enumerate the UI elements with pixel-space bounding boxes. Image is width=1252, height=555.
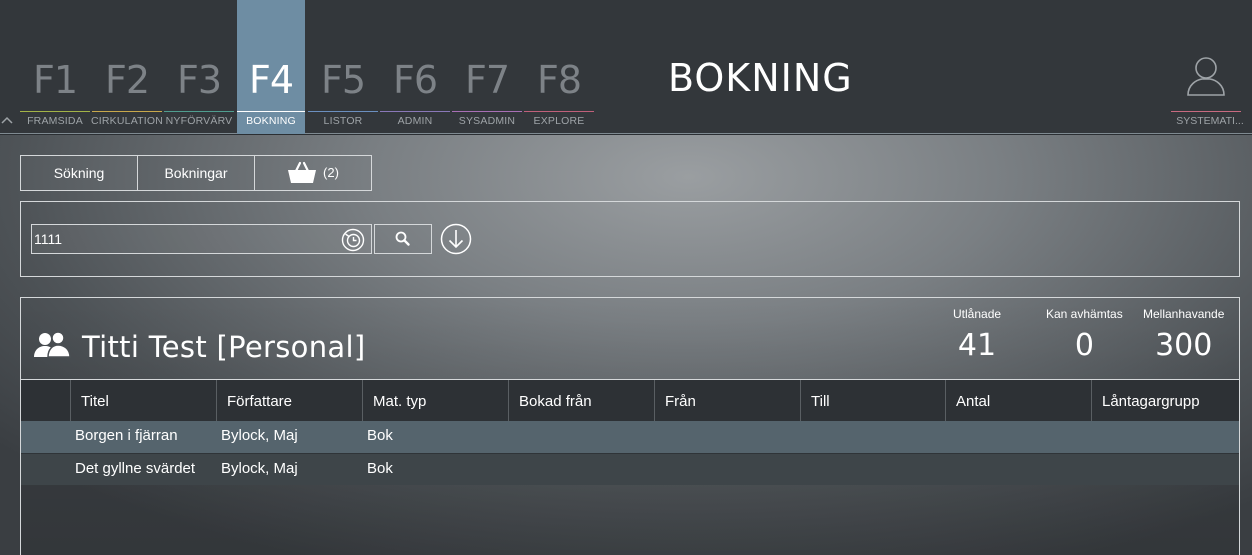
table-cell xyxy=(1091,454,1239,485)
table-cell xyxy=(654,454,800,485)
table-cell xyxy=(508,421,654,453)
column-header-title[interactable]: Titel xyxy=(70,380,216,421)
stat-value: 41 xyxy=(957,328,997,363)
fkey-label: BOKNING xyxy=(246,115,296,127)
fkey-f8-explore[interactable]: F8 EXPLORE xyxy=(524,0,594,134)
table-cell xyxy=(1091,421,1239,453)
column-header-booked-from[interactable]: Bokad från xyxy=(508,380,654,421)
tab-search[interactable]: Sökning xyxy=(21,156,138,190)
tab-bar: Sökning Bokningar (2) xyxy=(20,155,372,191)
column-header-borrower-group[interactable]: Låntagargrupp xyxy=(1091,380,1239,421)
fkey-underline xyxy=(164,111,234,112)
column-header-author[interactable]: Författare xyxy=(216,380,362,421)
fkey-f5-listor[interactable]: F5 LISTOR xyxy=(308,0,378,134)
user-label: SYSTEMATI... xyxy=(1176,115,1244,127)
fkey-number: F3 xyxy=(176,58,222,102)
fkey-number: F8 xyxy=(536,58,582,102)
fkey-label: CIRKULATION xyxy=(90,115,163,127)
users-icon xyxy=(34,331,71,358)
fkey-label: FRAMSIDA xyxy=(27,115,83,127)
fkey-underline xyxy=(92,111,162,112)
basket-icon xyxy=(288,161,317,183)
fkey-f2-cirkulation[interactable]: F2 CIRKULATION xyxy=(91,0,163,134)
main-content: Sökning Bokningar (2) 1111 Titti Test [P… xyxy=(0,135,1252,555)
column-header-count[interactable]: Antal xyxy=(945,380,1091,421)
fkey-label: LISTOR xyxy=(323,115,363,127)
table-cell: Borgen i fjärran xyxy=(75,427,178,444)
fkey-f1-framsida[interactable]: F1 FRAMSIDA xyxy=(20,0,90,134)
stat-loaned: Utlånade 41 xyxy=(953,307,1001,363)
user-icon xyxy=(1187,57,1225,96)
search-input[interactable]: 1111 xyxy=(31,224,372,254)
fkey-label: EXPLORE xyxy=(533,115,585,127)
search-icon xyxy=(395,231,410,246)
user-menu[interactable]: SYSTEMATI... xyxy=(1171,0,1244,134)
table-cell xyxy=(508,454,654,485)
fkey-label: NYFÖRVÄRV xyxy=(165,115,233,127)
column-header-from[interactable]: Från xyxy=(654,380,800,421)
table-cell: Bok xyxy=(367,460,393,477)
fkey-number: F7 xyxy=(464,58,510,102)
fkey-f7-sysadmin[interactable]: F7 SYSADMIN xyxy=(452,0,522,134)
page-title: BOKNING xyxy=(668,56,853,100)
patron-panel: Titti Test [Personal] Utlånade 41 Kan av… xyxy=(20,297,1240,555)
booking-table: Titel Författare Mat. typ Bokad från Frå… xyxy=(21,379,1239,485)
chevron-up-icon[interactable] xyxy=(0,114,14,126)
stat-pickup: Kan avhämtas 0 xyxy=(1046,307,1123,363)
fkey-underline xyxy=(237,111,305,112)
table-cell xyxy=(945,421,1091,453)
tab-bookings[interactable]: Bokningar xyxy=(138,156,255,190)
tab-label: Sökning xyxy=(53,165,105,181)
table-cell xyxy=(945,454,1091,485)
fkey-f3-nyforvarv[interactable]: F3 NYFÖRVÄRV xyxy=(164,0,234,134)
table-cell xyxy=(654,421,800,453)
table-row[interactable]: Det gyllne svärdet Bylock, Maj Bok xyxy=(21,453,1239,485)
fkey-label: ADMIN xyxy=(397,115,433,127)
search-input-value: 1111 xyxy=(34,231,63,247)
table-header: Titel Författare Mat. typ Bokad från Frå… xyxy=(21,380,1239,421)
tab-label: Bokningar xyxy=(164,165,228,181)
fkey-underline xyxy=(524,111,594,112)
table-cell: Bylock, Maj xyxy=(221,427,298,444)
fkey-label: SYSADMIN xyxy=(458,115,516,127)
stat-value: 300 xyxy=(1155,328,1213,363)
user-underline xyxy=(1171,111,1241,112)
column-header-material-type[interactable]: Mat. typ xyxy=(362,380,508,421)
fkey-f6-admin[interactable]: F6 ADMIN xyxy=(380,0,450,134)
fkey-number: F4 xyxy=(248,58,294,102)
stat-label: Mellanhavande xyxy=(1143,307,1225,321)
stat-label: Kan avhämtas xyxy=(1046,307,1123,321)
download-icon[interactable] xyxy=(440,223,472,255)
fkey-f4-bokning[interactable]: F4 BOKNING xyxy=(237,0,305,134)
table-cell: Det gyllne svärdet xyxy=(75,460,196,477)
stat-balance: Mellanhavande 300 xyxy=(1143,307,1224,363)
table-row[interactable]: Borgen i fjärran Bylock, Maj Bok xyxy=(21,421,1239,453)
table-cell xyxy=(800,421,945,453)
fkey-underline xyxy=(380,111,450,112)
clock-icon[interactable] xyxy=(341,228,365,252)
patron-name: Titti Test [Personal] xyxy=(82,330,366,364)
search-button[interactable] xyxy=(374,224,432,254)
column-header-to[interactable]: Till xyxy=(800,380,945,421)
fkey-number: F2 xyxy=(104,58,150,102)
fkey-underline xyxy=(20,111,90,112)
fkey-number: F1 xyxy=(32,58,78,102)
fkey-number: F5 xyxy=(320,58,366,102)
stat-value: 0 xyxy=(1074,328,1094,363)
tab-basket[interactable]: (2) xyxy=(255,156,371,190)
top-navigation-bar: F1 FRAMSIDA F2 CIRKULATION F3 NYFÖRVÄRV … xyxy=(0,0,1252,134)
basket-count: (2) xyxy=(323,165,339,180)
table-cell: Bylock, Maj xyxy=(221,460,298,477)
column-header[interactable] xyxy=(21,380,70,421)
table-cell xyxy=(21,421,70,453)
stat-label: Utlånade xyxy=(953,307,1002,321)
search-panel: 1111 xyxy=(20,201,1240,277)
fkey-underline xyxy=(308,111,378,112)
fkey-number: F6 xyxy=(392,58,438,102)
table-cell xyxy=(800,454,945,485)
table-cell xyxy=(21,454,70,485)
table-cell: Bok xyxy=(367,427,393,444)
fkey-underline xyxy=(452,111,522,112)
